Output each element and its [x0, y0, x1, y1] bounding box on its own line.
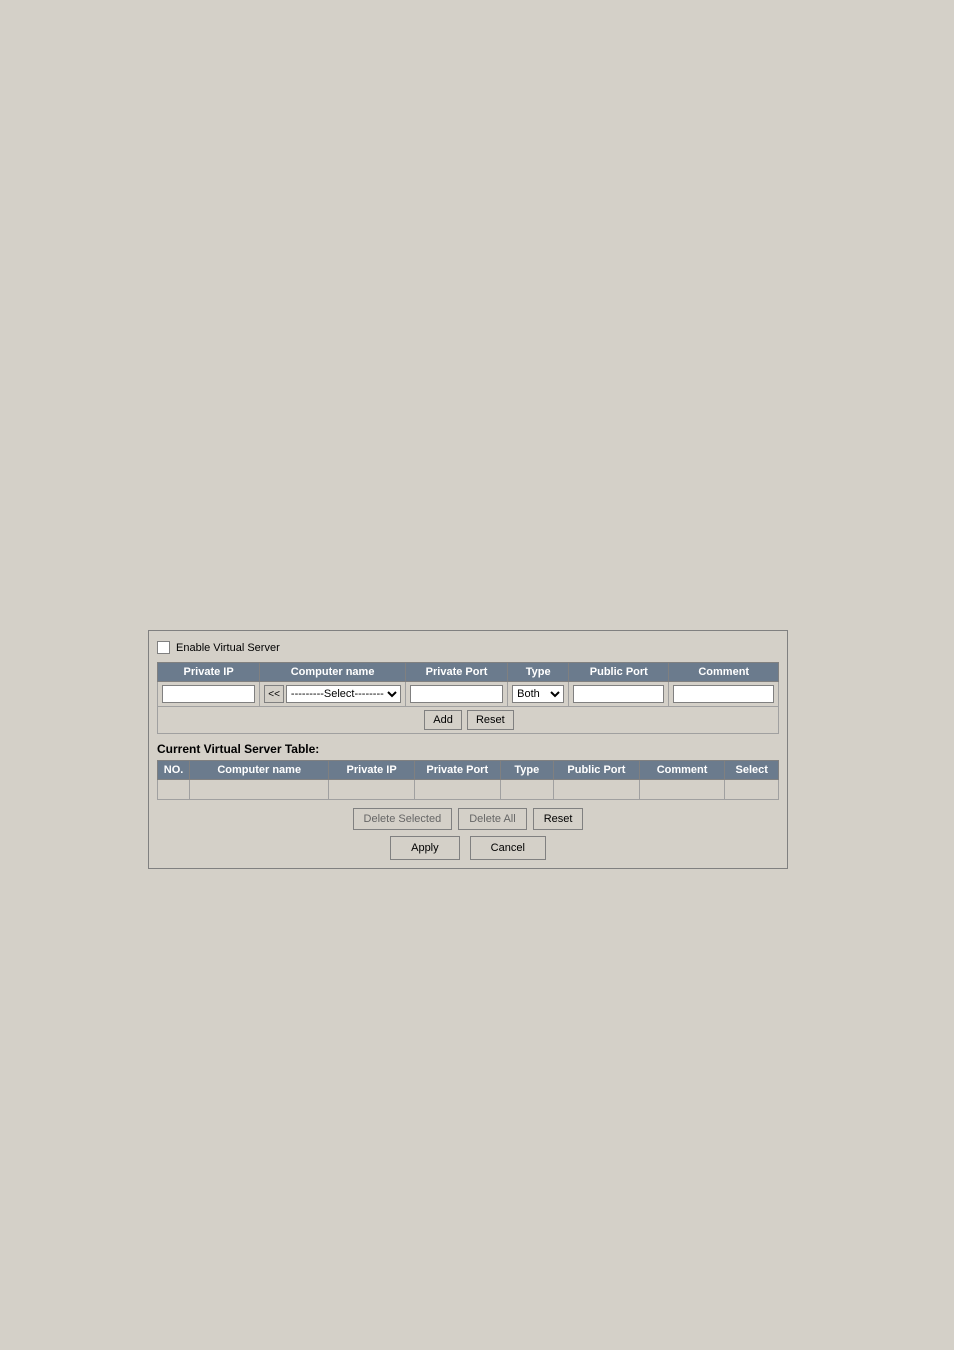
public-port-input[interactable] [573, 685, 664, 703]
th-private-ip: Private IP [329, 761, 415, 780]
header-computer-name: Computer name [260, 663, 406, 682]
apply-button[interactable]: Apply [390, 836, 460, 860]
form-table: Private IP Computer name Private Port Ty… [157, 662, 779, 734]
public-port-cell [569, 682, 669, 707]
th-type: Type [500, 761, 554, 780]
header-comment: Comment [669, 663, 779, 682]
cell-select [725, 780, 779, 800]
apply-cancel-row: Apply Cancel [390, 836, 546, 860]
enable-label: Enable Virtual Server [176, 642, 280, 654]
th-public-port: Public Port [554, 761, 640, 780]
cancel-button[interactable]: Cancel [470, 836, 546, 860]
private-ip-input[interactable] [162, 685, 255, 703]
private-port-input[interactable] [410, 685, 503, 703]
reset-bottom-button[interactable]: Reset [533, 808, 584, 830]
comment-input[interactable] [673, 685, 774, 703]
computer-name-cell: << ---------Select-------- [260, 682, 406, 707]
header-private-ip: Private IP [158, 663, 260, 682]
header-public-port: Public Port [569, 663, 669, 682]
th-private-port: Private Port [414, 761, 500, 780]
cell-type [500, 780, 554, 800]
form-input-row: << ---------Select-------- Both TCP UDP [158, 682, 779, 707]
th-select: Select [725, 761, 779, 780]
th-comment: Comment [639, 761, 725, 780]
delete-row: Delete Selected Delete All Reset [353, 808, 584, 830]
reset-top-button[interactable]: Reset [467, 710, 514, 730]
private-ip-cell [158, 682, 260, 707]
computer-name-select[interactable]: ---------Select-------- [286, 685, 401, 703]
enable-checkbox[interactable] [157, 641, 170, 654]
enable-row: Enable Virtual Server [157, 639, 779, 656]
type-select[interactable]: Both TCP UDP [512, 685, 564, 703]
th-computer-name: Computer name [190, 761, 329, 780]
private-port-cell [405, 682, 507, 707]
cell-private-ip [329, 780, 415, 800]
add-reset-cell: Add Reset [158, 707, 779, 734]
header-type: Type [508, 663, 569, 682]
delete-selected-button[interactable]: Delete Selected [353, 808, 453, 830]
comment-cell [669, 682, 779, 707]
add-reset-row: Add Reset [158, 707, 779, 734]
bottom-actions: Delete Selected Delete All Reset Apply C… [157, 808, 779, 860]
virtual-server-panel: Enable Virtual Server Private IP Compute… [148, 630, 788, 869]
table-row [158, 780, 779, 800]
header-private-port: Private Port [405, 663, 507, 682]
add-button[interactable]: Add [424, 710, 462, 730]
type-cell: Both TCP UDP [508, 682, 569, 707]
cell-no [158, 780, 190, 800]
cell-computer-name [190, 780, 329, 800]
cell-private-port [414, 780, 500, 800]
th-no: NO. [158, 761, 190, 780]
cell-public-port [554, 780, 640, 800]
server-table: NO. Computer name Private IP Private Por… [157, 760, 779, 800]
arrow-button[interactable]: << [264, 685, 284, 703]
cell-comment [639, 780, 725, 800]
delete-all-button[interactable]: Delete All [458, 808, 526, 830]
section-label: Current Virtual Server Table: [157, 742, 779, 756]
